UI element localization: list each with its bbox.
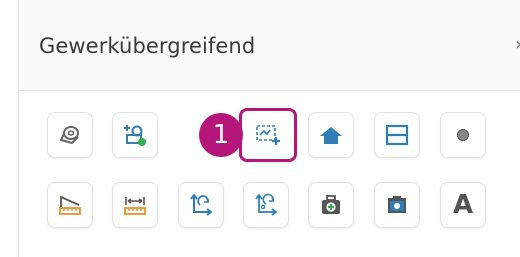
slope-measure-tool[interactable] — [47, 182, 93, 228]
panel-title: Gewerkübergreifend — [39, 34, 256, 58]
add-symbol-tool[interactable] — [112, 112, 158, 158]
callout-badge: 1 — [199, 113, 243, 157]
add-area-frame-icon — [256, 125, 280, 145]
dot-icon — [457, 129, 469, 141]
photo-frame-icon — [388, 196, 406, 213]
house-tool[interactable] — [308, 112, 354, 158]
slope-measure-icon — [59, 195, 81, 215]
tape-roll-icon — [60, 126, 79, 144]
split-panel-tool[interactable] — [374, 112, 420, 158]
width-measure-tool[interactable] — [112, 182, 158, 228]
add-symbol-icon — [124, 125, 146, 146]
rotate-axis-tool[interactable] — [178, 182, 224, 228]
rotate-angle-icon — [255, 193, 278, 216]
width-measure-icon — [124, 197, 146, 215]
first-aid-kit-tool[interactable] — [308, 182, 354, 228]
tape-roll-tool[interactable] — [47, 112, 93, 158]
panel-header[interactable]: Gewerkübergreifend › — [19, 0, 520, 91]
photo-frame-tool[interactable] — [374, 182, 420, 228]
add-area-frame-tool[interactable] — [239, 108, 297, 162]
collapse-icon[interactable]: › — [515, 34, 520, 54]
rotate-axis-icon — [190, 193, 213, 216]
rotate-angle-tool[interactable] — [243, 182, 289, 228]
tool-panel: Gewerkübergreifend › — [18, 0, 520, 257]
dot-tool[interactable] — [440, 112, 486, 158]
split-panel-icon — [385, 124, 409, 146]
text-tool[interactable]: A — [440, 182, 486, 228]
first-aid-kit-icon — [322, 195, 340, 214]
house-icon — [320, 127, 342, 144]
text-icon: A — [452, 190, 474, 220]
